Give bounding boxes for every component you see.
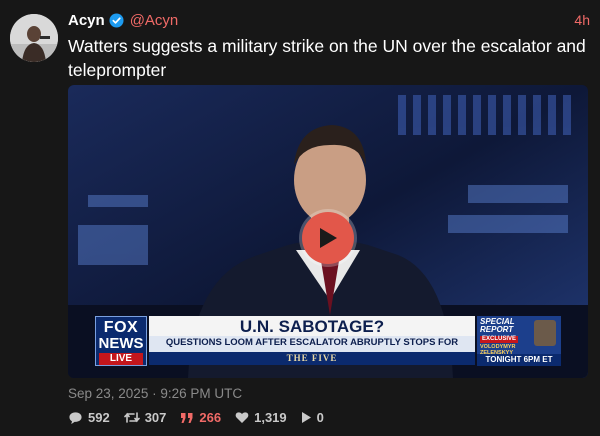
play-button[interactable]	[302, 212, 354, 264]
post-header: Acyn @Acyn 4h	[68, 10, 590, 30]
like-count: 1,319	[254, 410, 287, 425]
play-icon	[320, 228, 337, 248]
promo-exclusive: EXCLUSIVE	[480, 336, 519, 343]
author-handle[interactable]: @Acyn	[130, 12, 179, 29]
lower-third: FOX NEWS LIVE U.N. SABOTAGE? QUESTIONS L…	[95, 316, 561, 366]
heart-icon	[235, 412, 249, 423]
avatar-image	[10, 14, 58, 62]
promo-time: TONIGHT 6PM ET	[477, 354, 561, 366]
post: Acyn @Acyn 4h Watters suggests a militar…	[0, 0, 600, 436]
reply-icon	[69, 411, 82, 424]
logo-live: LIVE	[99, 353, 143, 365]
promo-special: SPECIAL REPORT	[480, 317, 515, 334]
post-timestamp[interactable]: Sep 23, 2025 · 9:26 PM UTC	[68, 386, 242, 401]
quote-stat[interactable]: 266	[180, 410, 221, 425]
promo-guest-photo	[534, 320, 556, 346]
reply-stat[interactable]: 592	[68, 410, 110, 425]
repost-count: 307	[144, 410, 167, 425]
promo-box: SPECIAL REPORT EXCLUSIVE VOLODYMYR ZELEN…	[477, 316, 561, 366]
logo-fox: FOX	[103, 319, 139, 336]
reply-count: 592	[88, 410, 110, 425]
views-stat[interactable]: 0	[301, 410, 324, 425]
author-name[interactable]: Acyn	[68, 12, 105, 29]
avatar[interactable]	[10, 14, 58, 62]
repost-stat[interactable]: 307	[123, 410, 167, 425]
post-text: Watters suggests a military strike on th…	[68, 36, 586, 80]
quote-icon	[181, 412, 193, 423]
engagement-stats: 592 307 266 1,319 0	[68, 410, 324, 425]
logo-news: NEWS	[98, 335, 144, 352]
verified-badge-icon	[109, 12, 124, 28]
fox-news-logo: FOX NEWS LIVE	[95, 316, 147, 366]
headline-banner: U.N. SABOTAGE? QUESTIONS LOOM AFTER ESCA…	[149, 316, 475, 364]
views-count: 0	[316, 410, 324, 425]
banner-headline: U.N. SABOTAGE?	[239, 317, 385, 336]
video-player[interactable]: FOX NEWS LIVE U.N. SABOTAGE? QUESTIONS L…	[68, 85, 588, 378]
repost-icon	[123, 412, 140, 423]
show-name: THE FIVE	[149, 352, 475, 365]
play-views-icon	[301, 412, 311, 423]
post-time[interactable]: 4h	[574, 12, 590, 28]
like-stat[interactable]: 1,319	[235, 410, 287, 425]
quote-count: 266	[199, 410, 222, 425]
